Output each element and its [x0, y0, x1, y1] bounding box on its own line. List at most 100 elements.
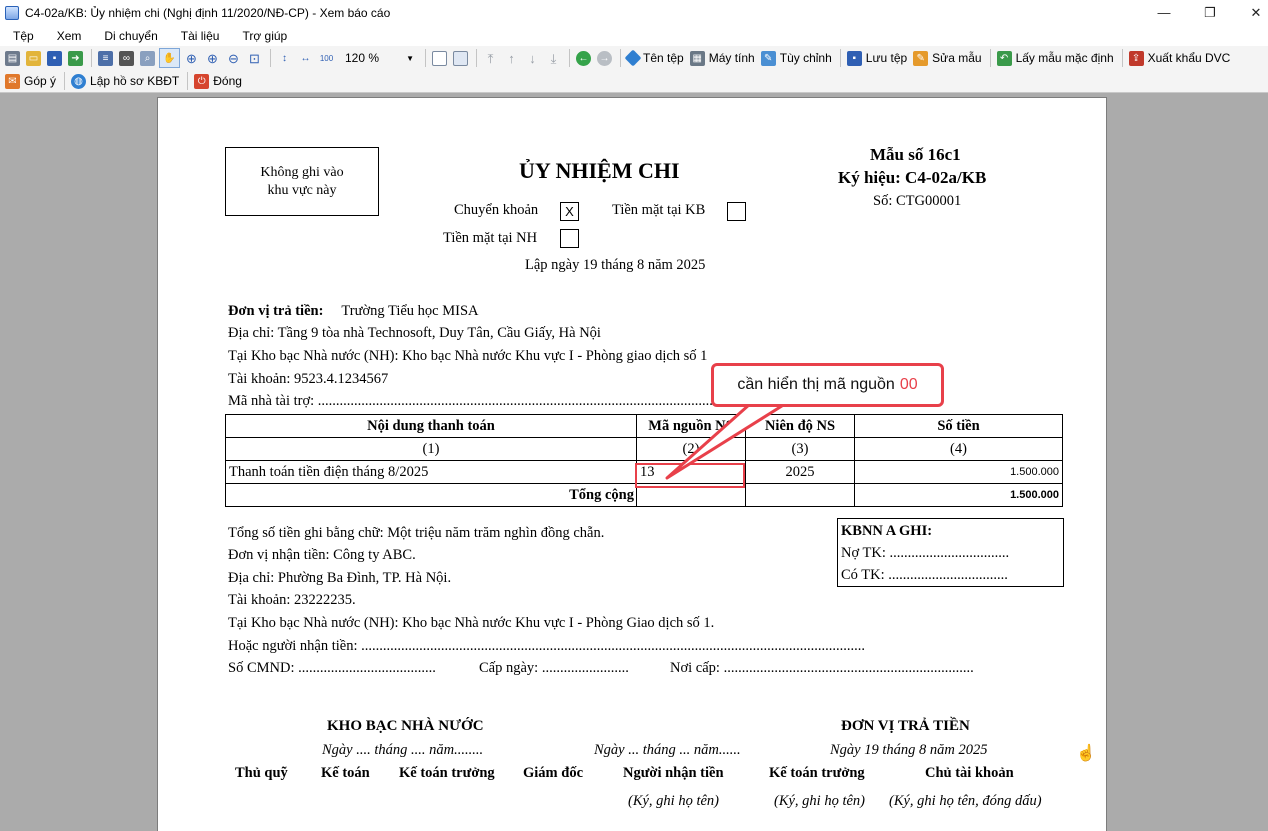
annotation-callout: cần hiển thị mã nguồn 00 — [711, 363, 944, 407]
binoculars-icon: ∞ — [119, 50, 134, 66]
back-button[interactable]: ← — [574, 48, 593, 68]
multi-page-icon — [453, 50, 468, 66]
separator — [620, 49, 621, 67]
customize-button[interactable]: ✎ Tùy chỉnh — [759, 48, 834, 68]
annotation-value: 00 — [899, 376, 918, 393]
cash-kb-checkbox — [727, 202, 746, 221]
header-source: Mã nguồn NS — [636, 414, 746, 438]
zoom-100-icon: 100 — [319, 53, 334, 63]
menu-navigate[interactable]: Di chuyển — [91, 29, 167, 43]
maximize-button[interactable]: ❐ — [1187, 0, 1233, 25]
fit-width-button[interactable]: ↔ — [296, 48, 315, 68]
zoom-100-button[interactable]: 100 — [317, 48, 336, 68]
header-content: Nội dung thanh toán — [225, 414, 637, 438]
single-page-button[interactable] — [430, 48, 449, 68]
form-symbol: Ký hiệu: C4-02a/KB — [838, 168, 987, 187]
index-4: (4) — [854, 437, 1063, 461]
prev-page-button[interactable]: ↑ — [502, 48, 521, 68]
separator — [91, 49, 92, 67]
table-index-row: (1) (2) (3) (4) — [225, 437, 1063, 461]
separator — [839, 49, 841, 67]
header-year: Niên độ NS — [745, 414, 855, 438]
next-page-button[interactable]: ↓ — [523, 48, 542, 68]
treasury-sign-title: KHO BẠC NHÀ NƯỚC — [327, 718, 484, 734]
issue-date: Cấp ngày: ........................ — [479, 660, 629, 676]
total-label: Tổng cộng — [225, 483, 637, 507]
id-number: Số CMND: ...............................… — [228, 660, 436, 676]
print-button[interactable]: ▤ — [3, 48, 22, 68]
first-page-icon: ⤒ — [487, 50, 494, 66]
separator — [64, 72, 66, 90]
edit-icon: ✎ — [913, 50, 929, 66]
arrow-down-icon: ↓ — [529, 50, 536, 66]
page-find-button[interactable]: ⌕ — [138, 48, 157, 68]
printer-icon: ▤ — [5, 50, 20, 66]
payee-name: Đơn vị nhận tiền: Công ty ABC. — [228, 547, 416, 563]
payer-sign-title: ĐƠN VỊ TRẢ TIỀN — [841, 718, 970, 734]
back-arrow-icon: ← — [576, 50, 591, 66]
zoom-in-icon: ⊕ — [186, 50, 197, 66]
minimize-button[interactable]: — — [1141, 0, 1187, 25]
folder-icon: ▭ — [26, 50, 41, 66]
calculator-button[interactable]: ▦ Máy tính — [688, 48, 757, 68]
table-header-row: Nội dung thanh toán Mã nguồn NS Niên độ … — [225, 414, 1063, 438]
chief-accountant-sign-note: (Ký, ghi họ tên) — [774, 793, 866, 809]
first-page-button[interactable]: ⤒ — [481, 48, 500, 68]
menu-view[interactable]: Xem — [44, 29, 92, 43]
header-amount: Số tiền — [854, 414, 1063, 438]
window-title: C4-02a/KB: Ủy nhiệm chi (Nghị định 11/20… — [25, 5, 391, 20]
list-icon: ≡ — [98, 50, 113, 66]
file-name-button[interactable]: Tên tệp — [624, 48, 686, 68]
find-button[interactable]: ∞ — [117, 48, 136, 68]
zoom-rect-button[interactable]: ⊡ — [245, 48, 264, 68]
payer-sign-date: Ngày 19 tháng 8 năm 2025 — [830, 742, 988, 758]
no-write-line1: Không ghi vào — [260, 164, 344, 180]
payment-table: Nội dung thanh toán Mã nguồn NS Niên độ … — [225, 414, 1063, 507]
customize-icon: ✎ — [760, 50, 776, 66]
zoom-out-button[interactable]: ⊖ — [224, 48, 243, 68]
separator — [1121, 49, 1123, 67]
role-director: Giám đốc — [523, 765, 584, 781]
multi-page-button[interactable] — [451, 48, 470, 68]
open-button[interactable]: ▭ — [24, 48, 43, 68]
export-dvc-icon: ⇪ — [1128, 50, 1144, 66]
app-icon — [5, 5, 19, 20]
page-search-icon: ⌕ — [140, 50, 155, 66]
amount-in-words: Tổng số tiền ghi bằng chữ: Một triệu năm… — [228, 525, 605, 541]
menu-help[interactable]: Trợ giúp — [229, 29, 297, 43]
payer-label: Đơn vị trả tiền: — [228, 303, 324, 319]
fit-height-button[interactable]: ↕ — [275, 48, 294, 68]
row-content: Thanh toán tiền điện tháng 8/2025 — [225, 460, 637, 484]
hand-tool-button[interactable]: ✋ — [159, 48, 180, 68]
last-page-button[interactable]: ⤓ — [544, 48, 563, 68]
save-button[interactable]: ▪ — [45, 48, 64, 68]
row-amount: 1.500.000 — [854, 460, 1063, 484]
close-report-button[interactable]: ⏻ Đóng — [192, 71, 244, 91]
role-cashier: Thủ quỹ — [235, 765, 288, 781]
role-chief-accountant: Kế toán trưởng — [399, 765, 495, 781]
export-dvc-button[interactable]: ⇪ Xuất khẩu DVC — [1127, 48, 1233, 68]
create-kbdt-button[interactable]: ◍ Lập hồ sơ KBĐT — [69, 71, 181, 91]
save-file-button[interactable]: ▪ Lưu tệp — [845, 48, 909, 68]
table-of-contents-button[interactable]: ≡ — [96, 48, 115, 68]
edit-template-button[interactable]: ✎ Sửa mẫu — [911, 48, 983, 68]
zoom-in-alt-button[interactable]: ⊕ — [203, 48, 222, 68]
forward-button[interactable]: → — [595, 48, 614, 68]
separator — [270, 49, 271, 67]
menu-file[interactable]: Tệp — [0, 29, 44, 43]
document-title: ỦY NHIỆM CHI — [519, 158, 680, 183]
separator — [425, 49, 426, 67]
close-window-button[interactable]: ✕ — [1233, 0, 1268, 25]
zoom-in-button[interactable]: ⊕ — [182, 48, 201, 68]
payee-treasury: Tại Kho bạc Nhà nước (NH): Kho bạc Nhà n… — [228, 615, 715, 631]
feedback-button[interactable]: ✉ Góp ý — [3, 71, 58, 91]
creation-date: Lập ngày 19 tháng 8 năm 2025 — [525, 257, 706, 273]
receiver-sign-note: (Ký, ghi họ tên) — [628, 793, 720, 809]
report-page: Không ghi vào khu vực này ỦY NHIỆM CHI M… — [157, 97, 1107, 831]
cash-kb-option-label: Tiền mặt tại KB — [612, 202, 706, 218]
menu-document[interactable]: Tài liệu — [168, 29, 230, 43]
export-button[interactable]: ➜ — [66, 48, 85, 68]
zoom-select[interactable]: 120 % ▼ — [342, 49, 417, 67]
default-template-button[interactable]: ↶ Lấy mẫu mặc định — [995, 48, 1116, 68]
feedback-icon: ✉ — [5, 73, 20, 89]
